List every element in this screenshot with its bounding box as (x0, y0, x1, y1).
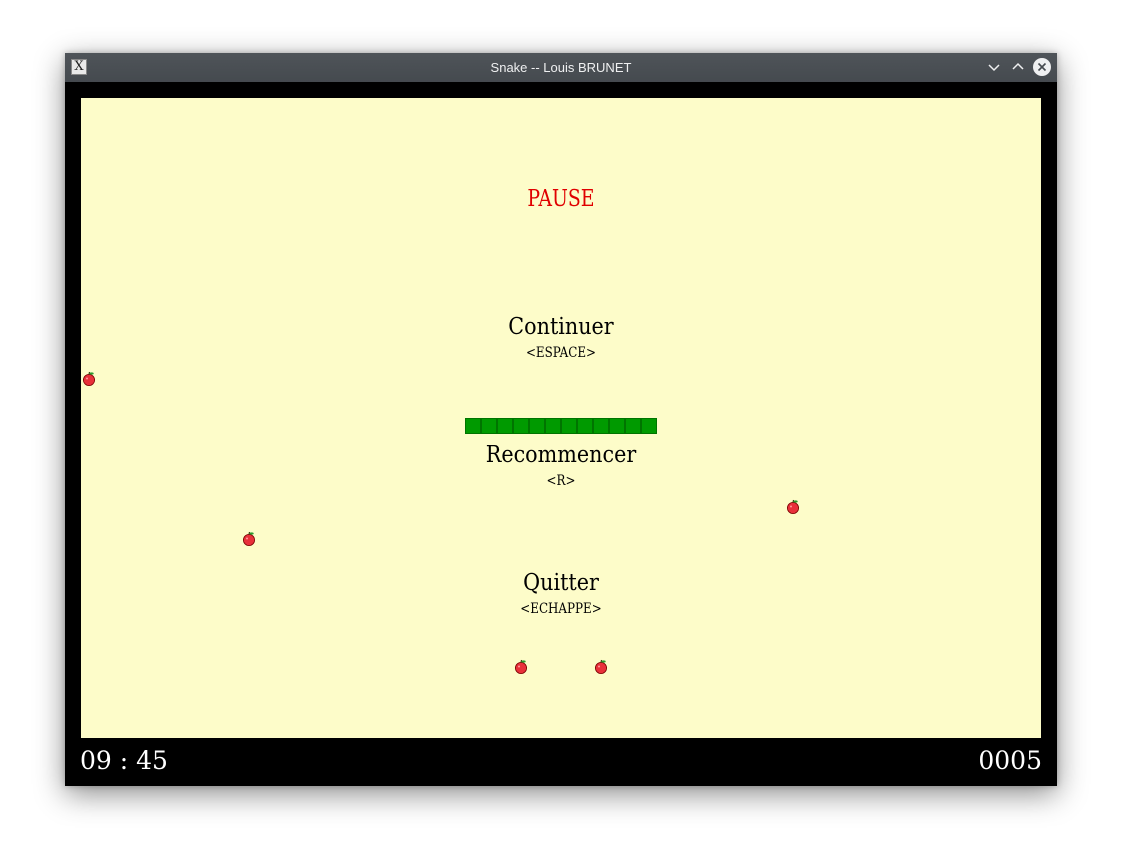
menu-continue-label[interactable]: Continuer (129, 314, 993, 340)
snake-segment (625, 418, 641, 434)
maximize-button[interactable] (1009, 58, 1027, 76)
menu-restart-label[interactable]: Recommencer (129, 442, 993, 468)
apple-icon (787, 499, 799, 514)
snake-segment (641, 418, 657, 434)
snake-segment (609, 418, 625, 434)
timer: 09 : 45 (80, 746, 168, 775)
menu-restart-key: <R> (546, 473, 576, 489)
close-icon (1037, 62, 1047, 72)
pause-title: PAUSE (527, 186, 595, 212)
apple-icon (515, 659, 527, 674)
chevron-up-icon (1012, 62, 1024, 70)
apple-icon (243, 531, 255, 546)
apple-icon (83, 371, 95, 386)
close-button[interactable] (1033, 58, 1051, 76)
minimize-button[interactable] (985, 58, 1003, 76)
snake-segment (561, 418, 577, 434)
snake (465, 418, 657, 434)
snake-segment (545, 418, 561, 434)
menu-continue-key: <ESPACE> (525, 345, 597, 361)
apple-icon (595, 659, 607, 674)
snake-segment (577, 418, 593, 434)
score: 0005 (978, 746, 1042, 775)
window-title: Snake -- Louis BRUNET (490, 60, 632, 75)
snake-segment (529, 418, 545, 434)
menu-quit-key: <ECHAPPE> (520, 601, 602, 617)
snake-segment (465, 418, 481, 434)
game-window: X Snake -- Louis BRUNET PAUSE Continuer … (65, 53, 1057, 786)
menu-quit-label[interactable]: Quitter (129, 570, 993, 596)
snake-segment (513, 418, 529, 434)
snake-segment (593, 418, 609, 434)
chevron-down-icon (988, 64, 1000, 72)
game-board: PAUSE Continuer <ESPACE> Recommencer <R>… (81, 98, 1041, 738)
snake-segment (481, 418, 497, 434)
snake-segment (497, 418, 513, 434)
title-bar[interactable]: X Snake -- Louis BRUNET (65, 53, 1057, 82)
